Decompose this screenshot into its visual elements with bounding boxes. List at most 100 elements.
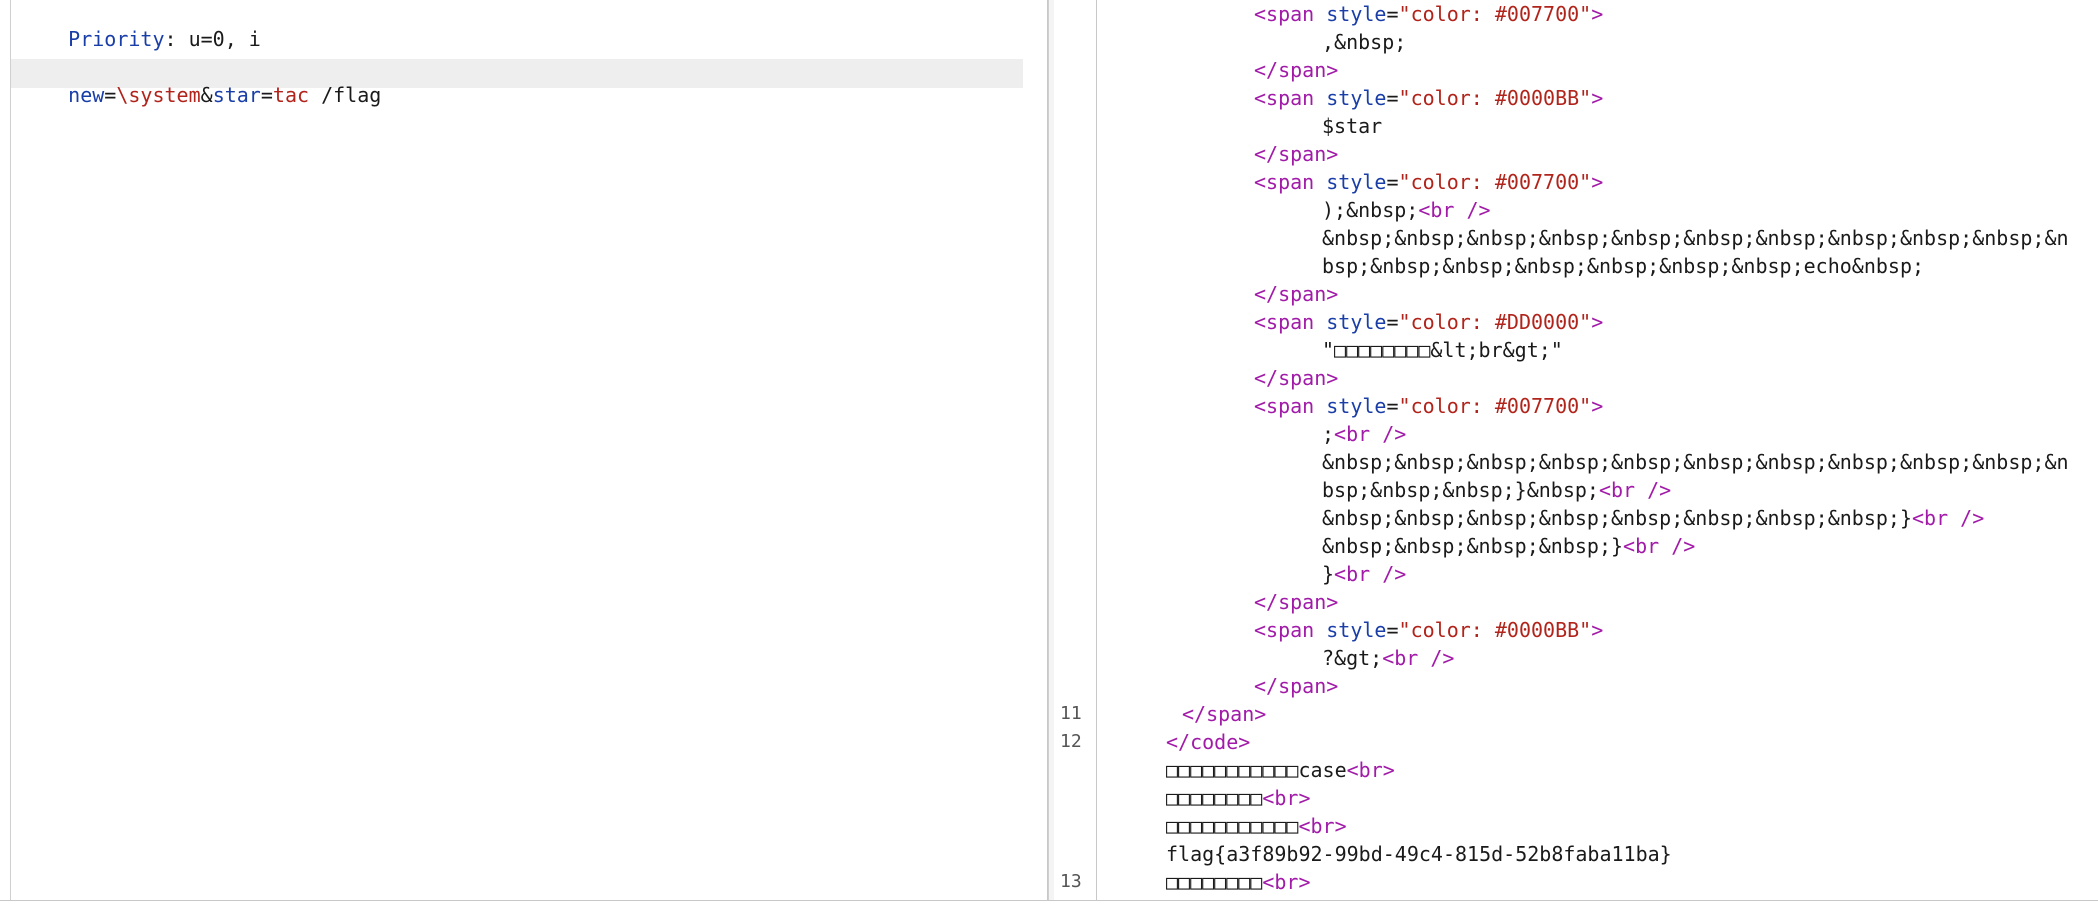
line-text: &nbsp;&nbsp;&nbsp;&nbsp;&nbsp;&nbsp;&nbs… (1322, 224, 2069, 252)
response-line[interactable]: 11 </span> (1054, 700, 2098, 728)
token: <br /> (1334, 562, 1407, 586)
token: > (1591, 310, 1604, 334)
token: > (1591, 394, 1604, 418)
token: "color: #007700" (1398, 394, 1592, 418)
bottom-scrollbar-area[interactable] (0, 900, 2098, 919)
token: > (1591, 86, 1604, 110)
token: <span (1254, 618, 1315, 642)
token: style (1326, 394, 1387, 418)
token: </span> (1254, 142, 1339, 166)
token: </span> (1254, 674, 1339, 698)
token: = (1386, 618, 1399, 642)
token: <br /> (1382, 646, 1455, 670)
token: bsp;&nbsp;&nbsp;}&nbsp; (1322, 478, 1599, 502)
line-text: <span style="color: #0000BB"> (1254, 616, 1603, 644)
response-line[interactable]: );&nbsp;<br /> (1054, 196, 2098, 224)
token: style (1326, 2, 1387, 26)
token: > (1591, 170, 1604, 194)
response-line[interactable]: bsp;&nbsp;&nbsp;}&nbsp;<br /> (1054, 476, 2098, 504)
response-line[interactable]: <span style="color: #007700"> (1054, 0, 2098, 28)
response-line[interactable]: flag{a3f89b92-99bd-49c4-815d-52b8faba11b… (1054, 840, 2098, 868)
token: <br /> (1912, 506, 1985, 530)
token: $star (1322, 114, 1383, 138)
request-body-line[interactable]: new=\system&star=tac /flag (20, 56, 381, 134)
param-value-flag-path: /flag (309, 83, 382, 107)
request-editor-pane[interactable]: Priority: u=0, i new=\system&star=tac /f… (0, 0, 1048, 900)
line-text: □□□□□□□□<br> (1166, 784, 1311, 812)
line-text: &nbsp;&nbsp;&nbsp;&nbsp;&nbsp;&nbsp;&nbs… (1322, 504, 1984, 532)
response-line[interactable]: }<br /> (1054, 560, 2098, 588)
response-line[interactable]: ,&nbsp; (1054, 28, 2098, 56)
line-text: □□□□□□□□□□□<br> (1166, 812, 1347, 840)
response-line[interactable]: <span style="color: #DD0000"> (1054, 308, 2098, 336)
response-line[interactable]: □□□□□□□□<br> (1054, 784, 2098, 812)
token: } (1322, 562, 1335, 586)
response-line[interactable]: </span> (1054, 56, 2098, 84)
response-line[interactable]: &nbsp;&nbsp;&nbsp;&nbsp;}<br /> (1054, 532, 2098, 560)
token: <br /> (1623, 534, 1696, 558)
line-text: </span> (1254, 56, 1338, 84)
response-line[interactable]: </span> (1054, 672, 2098, 700)
token: <span (1254, 394, 1315, 418)
token: &nbsp;&nbsp;&nbsp;&nbsp;&nbsp;&nbsp;&nbs… (1322, 226, 2069, 250)
response-line[interactable]: bsp;&nbsp;&nbsp;&nbsp;&nbsp;&nbsp;&nbsp;… (1054, 252, 2098, 280)
token: </span> (1254, 366, 1339, 390)
equals-sign: = (260, 83, 273, 107)
token: bsp;&nbsp;&nbsp;&nbsp;&nbsp;&nbsp;&nbsp;… (1322, 254, 1925, 278)
token: ,&nbsp; (1322, 30, 1407, 54)
response-line[interactable]: &nbsp;&nbsp;&nbsp;&nbsp;&nbsp;&nbsp;&nbs… (1054, 448, 2098, 476)
token: style (1326, 86, 1387, 110)
response-line[interactable]: 12 </code> (1054, 728, 2098, 756)
response-editor-pane[interactable]: <span style="color: #007700"> ,&nbsp; </sp… (1054, 0, 2098, 900)
response-line[interactable]: <span style="color: #0000BB"> (1054, 84, 2098, 112)
line-text: }<br /> (1322, 560, 1406, 588)
response-line[interactable]: □□□□□□□□□□□case<br> (1054, 756, 2098, 784)
token: </span> (1254, 58, 1339, 82)
response-line[interactable]: <span style="color: #0000BB"> (1054, 616, 2098, 644)
token: "color: #0000BB" (1398, 86, 1592, 110)
token: &nbsp;&nbsp;&nbsp;&nbsp;&nbsp;&nbsp;&nbs… (1322, 450, 2069, 474)
response-line[interactable]: 13 □□□□□□□□<br> (1054, 868, 2098, 896)
line-text: </span> (1254, 364, 1338, 392)
line-number: 12 (1060, 731, 1082, 752)
header-value: : u=0, i (164, 27, 261, 51)
response-line[interactable]: <span style="color: #007700"> (1054, 392, 2098, 420)
token: <br> (1262, 870, 1311, 894)
response-line[interactable]: ?&gt;<br /> (1054, 644, 2098, 672)
response-line[interactable]: $star (1054, 112, 2098, 140)
response-line[interactable]: </span> (1054, 364, 2098, 392)
token: □□□□□□□□□□□ (1166, 814, 1299, 838)
response-line[interactable]: <span style="color: #007700"> (1054, 168, 2098, 196)
response-line[interactable]: </span> (1054, 588, 2098, 616)
line-text: bsp;&nbsp;&nbsp;}&nbsp;<br /> (1322, 476, 1671, 504)
response-line[interactable]: □□□□□□□□□□□<br> (1054, 812, 2098, 840)
line-text: ?&gt;<br /> (1322, 644, 1454, 672)
line-text: flag{a3f89b92-99bd-49c4-815d-52b8faba11b… (1166, 840, 1672, 868)
token: <br> (1346, 758, 1395, 782)
token: = (1386, 394, 1399, 418)
param-name-star: star (212, 83, 261, 107)
token: □□□□□□□□ (1166, 870, 1263, 894)
response-line[interactable]: ;<br /> (1054, 420, 2098, 448)
line-text: □□□□□□□□□□□case<br> (1166, 756, 1395, 784)
response-line[interactable]: </span> (1054, 140, 2098, 168)
response-line[interactable]: &nbsp;&nbsp;&nbsp;&nbsp;&nbsp;&nbsp;&nbs… (1054, 224, 2098, 252)
line-text: &nbsp;&nbsp;&nbsp;&nbsp;&nbsp;&nbsp;&nbs… (1322, 448, 2069, 476)
line-text: </span> (1254, 672, 1338, 700)
token: );&nbsp; (1322, 198, 1419, 222)
token: <br /> (1418, 198, 1491, 222)
response-line[interactable]: &nbsp;&nbsp;&nbsp;&nbsp;&nbsp;&nbsp;&nbs… (1054, 504, 2098, 532)
response-line[interactable]: </span> (1054, 280, 2098, 308)
line-text: ,&nbsp; (1322, 28, 1406, 56)
line-text: <span style="color: #0000BB"> (1254, 84, 1603, 112)
token: <br /> (1334, 422, 1407, 446)
token: = (1386, 170, 1399, 194)
token: style (1326, 310, 1387, 334)
token: □□□□□□□□ (1166, 786, 1263, 810)
line-text: </span> (1254, 280, 1338, 308)
response-line[interactable]: "□□□□□□□□&lt;br&gt;" (1054, 336, 2098, 364)
